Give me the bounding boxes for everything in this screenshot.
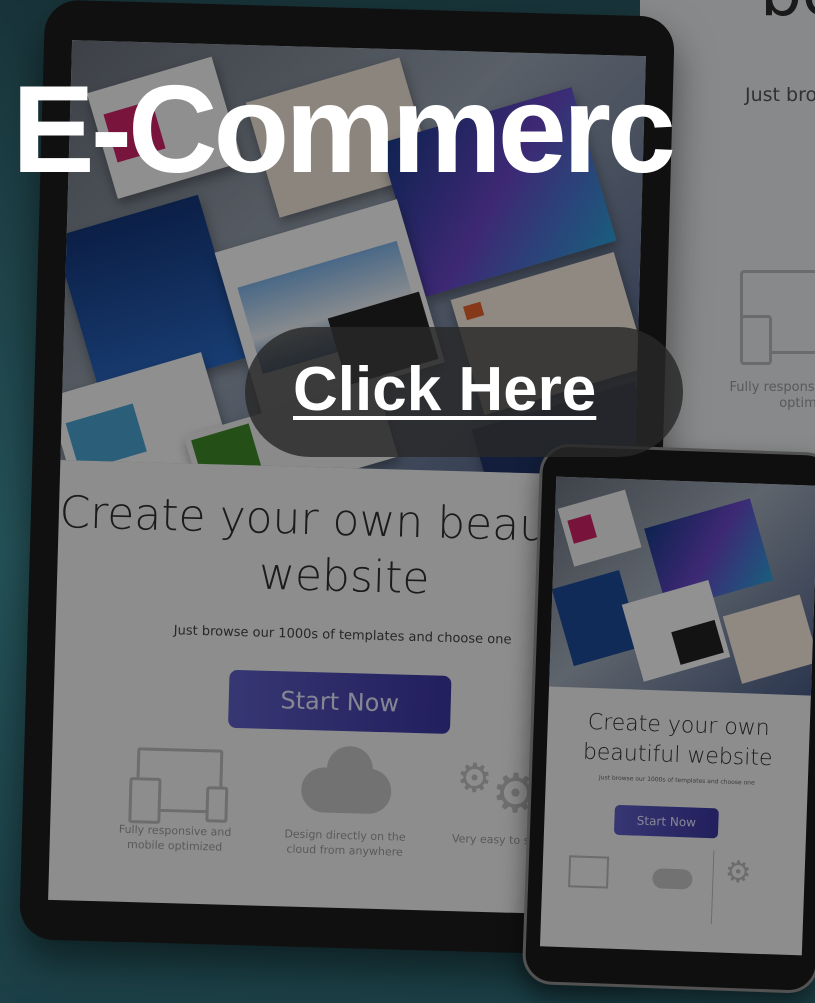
page-title: E-Commerc xyxy=(12,61,676,199)
click-here-label[interactable]: Click Here xyxy=(293,355,596,425)
click-here-button[interactable]: Click Here xyxy=(245,327,683,457)
